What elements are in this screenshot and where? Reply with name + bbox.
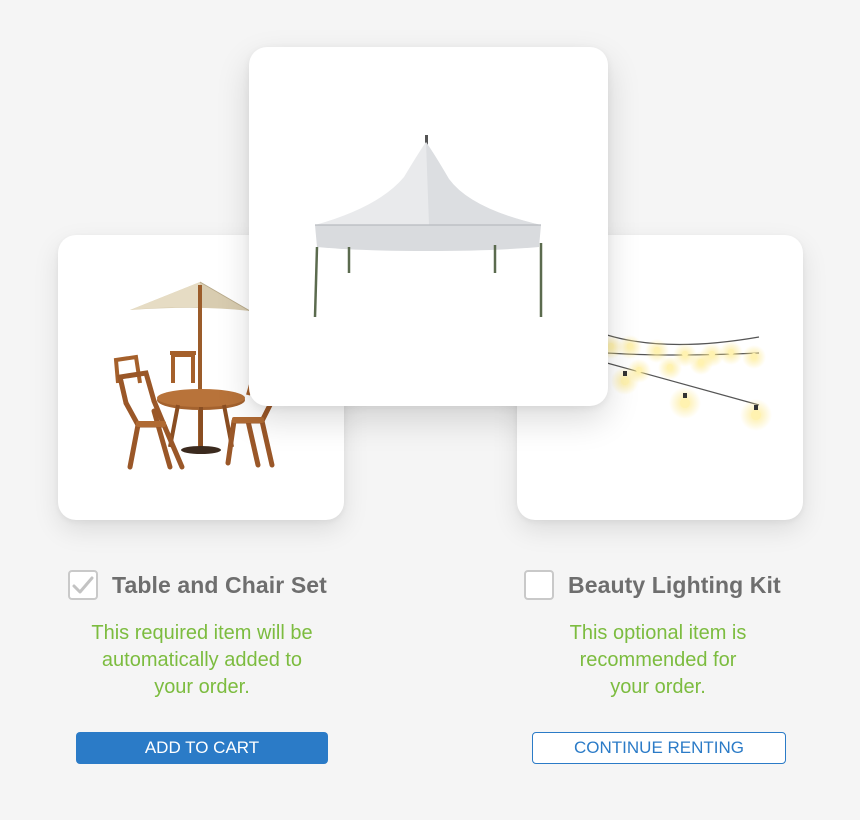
- checkmark-icon: [72, 576, 94, 594]
- description-line: your order.: [154, 676, 250, 698]
- description-line: recommended for: [579, 649, 737, 671]
- table-chair-set-header: Table and Chair Set: [68, 570, 327, 600]
- beauty-lighting-kit-title: Beauty Lighting Kit: [568, 571, 781, 598]
- beauty-lighting-kit-header: Beauty Lighting Kit: [524, 570, 781, 600]
- description-line: automatically added to: [101, 649, 303, 671]
- table-chair-set-description: This required item will be automatically…: [62, 620, 342, 701]
- description-line: This required item will be: [91, 622, 313, 644]
- description-line: your order.: [610, 676, 706, 698]
- continue-renting-button[interactable]: CONTINUE RENTING: [532, 732, 786, 764]
- beauty-lighting-kit-checkbox[interactable]: [524, 570, 554, 600]
- tent-image: [313, 135, 543, 318]
- product-card-tent[interactable]: [249, 47, 608, 406]
- add-to-cart-button[interactable]: ADD TO CART: [76, 732, 328, 764]
- table-chair-set-checkbox[interactable]: [68, 570, 98, 600]
- beauty-lighting-kit-description: This optional item is recommended for yo…: [518, 620, 798, 701]
- description-line: This optional item is: [569, 622, 747, 644]
- table-chair-set-title: Table and Chair Set: [112, 571, 327, 598]
